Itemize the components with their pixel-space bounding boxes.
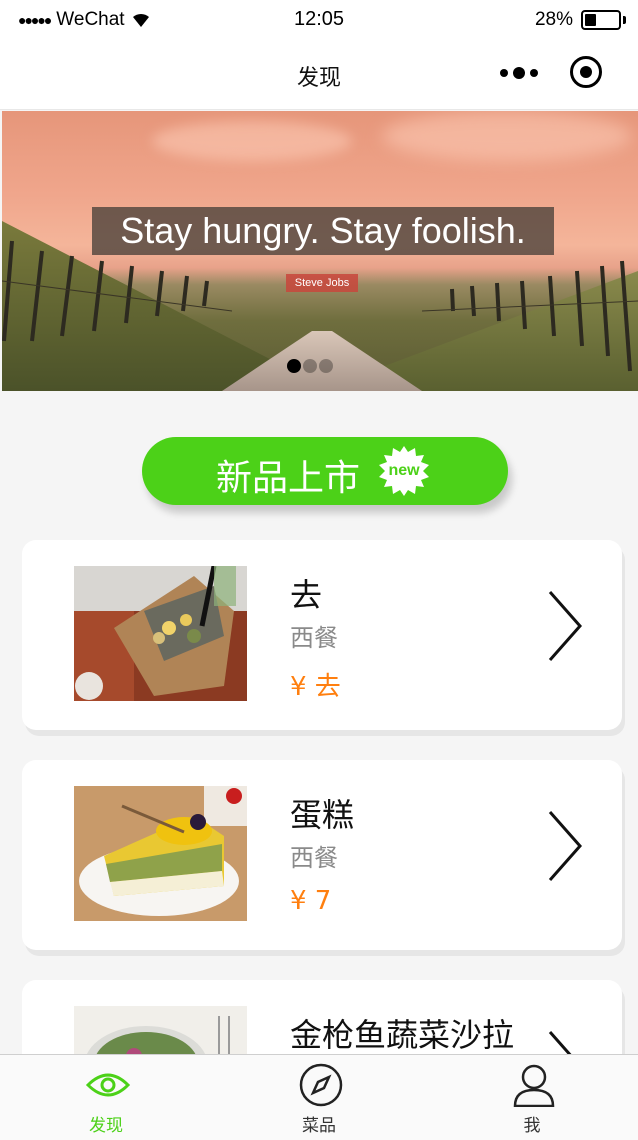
dish-card[interactable]: 去 西餐 ¥ 去 bbox=[22, 540, 622, 730]
new-badge-text: new bbox=[388, 462, 420, 479]
navigation-bar: 发现 bbox=[0, 40, 638, 110]
dish-category: 西餐 bbox=[290, 844, 338, 872]
battery-info: 28% bbox=[535, 9, 626, 31]
dish-image bbox=[74, 786, 247, 921]
banner-author: Steve Jobs bbox=[286, 274, 358, 292]
dish-name: 金枪鱼蔬菜沙拉 bbox=[290, 1016, 515, 1054]
dish-category: 西餐 bbox=[290, 624, 338, 652]
tab-label: 菜品 bbox=[302, 1116, 336, 1136]
chevron-right-icon[interactable] bbox=[548, 810, 584, 882]
carousel-indicator bbox=[287, 359, 333, 373]
dish-price: ¥ 7 bbox=[290, 886, 332, 916]
tab-discover[interactable]: 发现 bbox=[0, 1055, 212, 1140]
chevron-right-icon[interactable] bbox=[548, 590, 584, 662]
close-miniprogram-icon[interactable] bbox=[570, 56, 602, 88]
more-menu-icon[interactable] bbox=[500, 67, 538, 79]
dish-card[interactable]: 蛋糕 西餐 ¥ 7 bbox=[22, 760, 622, 950]
carousel-dot[interactable] bbox=[303, 359, 317, 373]
page-title: 发现 bbox=[296, 66, 341, 91]
dish-name: 去 bbox=[290, 576, 323, 614]
eye-icon bbox=[86, 1073, 130, 1097]
status-bar: ●●●●● WeChat 12:05 28% bbox=[0, 0, 638, 40]
dish-price: ¥ 去 bbox=[290, 672, 341, 702]
banner-quote: Stay hungry. Stay foolish. bbox=[92, 207, 554, 255]
tab-bar: 发现 菜品 我 bbox=[0, 1054, 638, 1140]
battery-percent: 28% bbox=[534, 9, 573, 30]
carousel-dot[interactable] bbox=[319, 359, 333, 373]
tab-label: 我 bbox=[523, 1116, 541, 1136]
tab-dishes[interactable]: 菜品 bbox=[213, 1055, 425, 1140]
new-products-button[interactable]: 新品上市 new bbox=[142, 437, 508, 505]
carousel-dot[interactable] bbox=[287, 359, 301, 373]
tab-me[interactable]: 我 bbox=[426, 1055, 638, 1140]
dish-name: 蛋糕 bbox=[290, 796, 355, 834]
dish-image bbox=[74, 566, 247, 701]
banner-carousel[interactable]: Stay hungry. Stay foolish. Steve Jobs bbox=[2, 111, 638, 391]
battery-icon bbox=[581, 10, 621, 30]
user-icon bbox=[513, 1064, 555, 1107]
compass-icon bbox=[299, 1063, 343, 1107]
new-products-label: 新品上市 bbox=[216, 458, 361, 499]
new-badge-icon: new bbox=[378, 445, 430, 497]
tab-label: 发现 bbox=[89, 1116, 123, 1136]
